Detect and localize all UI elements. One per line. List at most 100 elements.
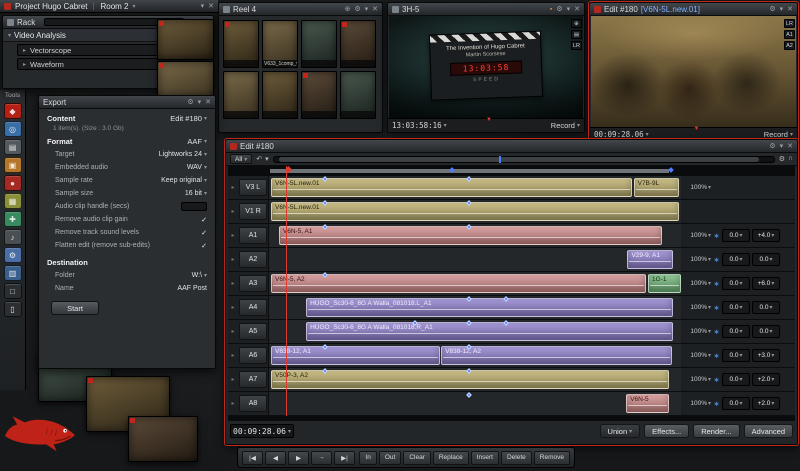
audio-a1-badge[interactable]: A1 xyxy=(784,30,795,39)
menu-icon[interactable]: ▾ xyxy=(780,5,784,13)
track-level-value[interactable]: +4.0▾ xyxy=(752,229,780,242)
export-setting-value[interactable]: ✓ xyxy=(201,216,207,224)
transport-step-forward-button[interactable]: → xyxy=(311,451,332,465)
edit-timecode[interactable]: 00:09:28.06 xyxy=(594,130,644,139)
timeline-clip[interactable]: V838-12, A2 xyxy=(441,346,672,365)
track-disclosure-icon[interactable]: ▸ xyxy=(228,328,238,335)
track-header-a8[interactable]: A8 xyxy=(239,395,267,412)
track-gain-value[interactable]: 0.0▾ xyxy=(722,373,750,386)
close-icon[interactable]: ✕ xyxy=(787,142,793,150)
track-header-a3[interactable]: A3 xyxy=(239,275,267,292)
track-disclosure-icon[interactable]: ▸ xyxy=(228,376,238,383)
track-level-icon[interactable]: ∗ xyxy=(713,280,720,288)
tile-badge[interactable]: ▤ xyxy=(571,30,582,39)
track-level-value[interactable]: 0.0▾ xyxy=(752,253,780,266)
source-viewer-titlebar[interactable]: 3H-5 ▪ ⚙ ▾ ✕ xyxy=(388,3,584,16)
track-level-value[interactable]: 0.0▾ xyxy=(752,325,780,338)
timeline-clip[interactable]: V6N-5, A2 xyxy=(271,274,646,293)
track-header-a1[interactable]: A1 xyxy=(239,227,267,244)
monitor-lr-badge[interactable]: LR xyxy=(784,19,795,28)
clip-thumbnail[interactable] xyxy=(157,19,214,60)
pin-icon[interactable]: ▪ xyxy=(550,6,552,13)
close-icon[interactable]: ✕ xyxy=(574,5,580,13)
track-lane[interactable]: V6N-5, A21G-1 xyxy=(268,272,681,295)
track-opacity-value[interactable]: 100%▾ xyxy=(684,304,711,311)
track-disclosure-icon[interactable]: ▸ xyxy=(228,400,238,407)
record-toggle[interactable]: Record xyxy=(764,130,788,139)
audio-tool-icon[interactable]: ♪ xyxy=(4,229,22,245)
track-header-a5[interactable]: A5 xyxy=(239,323,267,340)
export-setting-row[interactable]: TargetLightworks 24▾ xyxy=(43,148,211,161)
chevron-down-icon[interactable]: ▾ xyxy=(646,131,649,138)
settings-icon[interactable]: ⚙ xyxy=(769,142,775,150)
settings-tool-icon[interactable]: ⚙ xyxy=(4,247,22,263)
track-level-value[interactable]: +2.0▾ xyxy=(752,397,780,410)
export-titlebar[interactable]: Export ⚙ ▾ ✕ xyxy=(39,96,215,109)
track-disclosure-icon[interactable]: ▸ xyxy=(228,280,238,287)
track-level-icon[interactable]: ∗ xyxy=(713,256,720,264)
timeline-clip[interactable]: V29-9, A1 xyxy=(627,250,672,269)
union-button[interactable]: Union ▾ xyxy=(600,424,641,438)
export-setting-value[interactable]: WAV▾ xyxy=(187,164,207,171)
phone-tool-icon[interactable]: ▯ xyxy=(4,301,22,317)
cue-marker-icon[interactable] xyxy=(466,392,472,398)
record-tool-icon[interactable]: ● xyxy=(4,175,22,191)
reel-clip-thumbnail[interactable] xyxy=(301,20,337,68)
folder-row[interactable]: Folder W:\ ▾ xyxy=(43,269,211,282)
transport-in-button[interactable]: In xyxy=(359,451,376,465)
menu-icon[interactable]: ▾ xyxy=(365,5,369,13)
start-button[interactable]: Start xyxy=(51,301,99,315)
timeline-clip[interactable]: HUGO_Sc30-6_8G A Walla_081018.R_A1 xyxy=(306,322,673,341)
track-disclosure-icon[interactable]: ▸ xyxy=(228,304,238,311)
timeline-scrollbar[interactable] xyxy=(273,156,775,163)
content-selector[interactable]: Edit #180 ▾ xyxy=(170,114,207,123)
chevron-down-icon[interactable]: ▾ xyxy=(133,3,136,10)
track-lane[interactable]: V6N-5L.new.01V7B-9L xyxy=(268,176,681,199)
monitor-tool-icon[interactable]: □ xyxy=(4,283,22,299)
transport-play-backward-button[interactable]: ◀ xyxy=(265,451,286,465)
source-video-frame[interactable]: The Invention of Hugo Cabret Martin Scor… xyxy=(389,16,583,118)
track-opacity-value[interactable]: 100%▾ xyxy=(684,328,711,335)
track-header-v1r[interactable]: V1 R xyxy=(239,203,267,220)
track-level-icon[interactable]: ∗ xyxy=(713,376,720,384)
undo-icon[interactable]: ↶ xyxy=(256,155,262,163)
format-selector[interactable]: AAF ▾ xyxy=(187,137,207,146)
menu-icon[interactable]: ▾ xyxy=(198,98,202,106)
track-lane[interactable]: V6N-5, A1 xyxy=(268,224,681,247)
menu-icon[interactable]: ▾ xyxy=(780,142,784,150)
export-setting-value[interactable]: Lightworks 24▾ xyxy=(159,151,207,158)
track-disclosure-icon[interactable]: ▸ xyxy=(228,208,238,215)
transport-clear-button[interactable]: Clear xyxy=(403,451,431,465)
export-setting-row[interactable]: Audio clip handle (secs) xyxy=(43,200,211,213)
export-setting-value[interactable]: Keep original▾ xyxy=(161,177,207,184)
export-setting-value[interactable] xyxy=(181,202,207,211)
room-selector[interactable]: Room 2 xyxy=(100,2,128,11)
track-opacity-value[interactable]: 100%▾ xyxy=(684,376,711,383)
track-header-a6[interactable]: A6 xyxy=(239,347,267,364)
settings-icon[interactable]: ⚙ xyxy=(354,5,360,13)
chevron-down-icon[interactable]: ▾ xyxy=(790,131,793,138)
track-gain-value[interactable]: 0.0▾ xyxy=(722,301,750,314)
timeline-clip[interactable]: HUGO_Sc30-6_8G A Walla_081018.L_A1 xyxy=(306,298,673,317)
render-button[interactable]: Render... xyxy=(693,424,739,438)
audio-a2-badge[interactable]: A2 xyxy=(784,41,795,50)
chevron-right-icon[interactable]: ▸ xyxy=(23,61,26,68)
close-icon[interactable]: ✕ xyxy=(787,5,793,13)
timeline-clip[interactable]: V6N-5, A1 xyxy=(279,226,662,245)
track-disclosure-icon[interactable]: ▸ xyxy=(228,256,238,263)
reel-clip-thumbnail[interactable] xyxy=(223,71,259,119)
bins-tool-icon[interactable]: ▦ xyxy=(4,193,22,209)
timeline-ruler[interactable] xyxy=(268,166,681,176)
export-setting-value[interactable]: ✓ xyxy=(201,242,207,250)
monitor-lr-badge[interactable]: LR xyxy=(571,41,582,50)
track-gain-value[interactable]: 0.0▾ xyxy=(722,253,750,266)
track-gain-value[interactable]: 0.0▾ xyxy=(722,397,750,410)
track-disclosure-icon[interactable]: ▸ xyxy=(228,232,238,239)
transport-go-to-end-button[interactable]: ▶| xyxy=(334,451,355,465)
track-header-v3l[interactable]: V3 L xyxy=(239,179,267,196)
headphones-icon[interactable]: ∩ xyxy=(788,155,793,163)
edit-viewer-titlebar[interactable]: Edit #180 [V6N-5L.new.01] ⚙ ▾ ✕ xyxy=(590,3,797,16)
import-tool-icon[interactable]: ▣ xyxy=(4,157,22,173)
track-level-value[interactable]: 0.0▾ xyxy=(752,301,780,314)
shark-logo-icon[interactable]: ◆ xyxy=(4,103,22,119)
